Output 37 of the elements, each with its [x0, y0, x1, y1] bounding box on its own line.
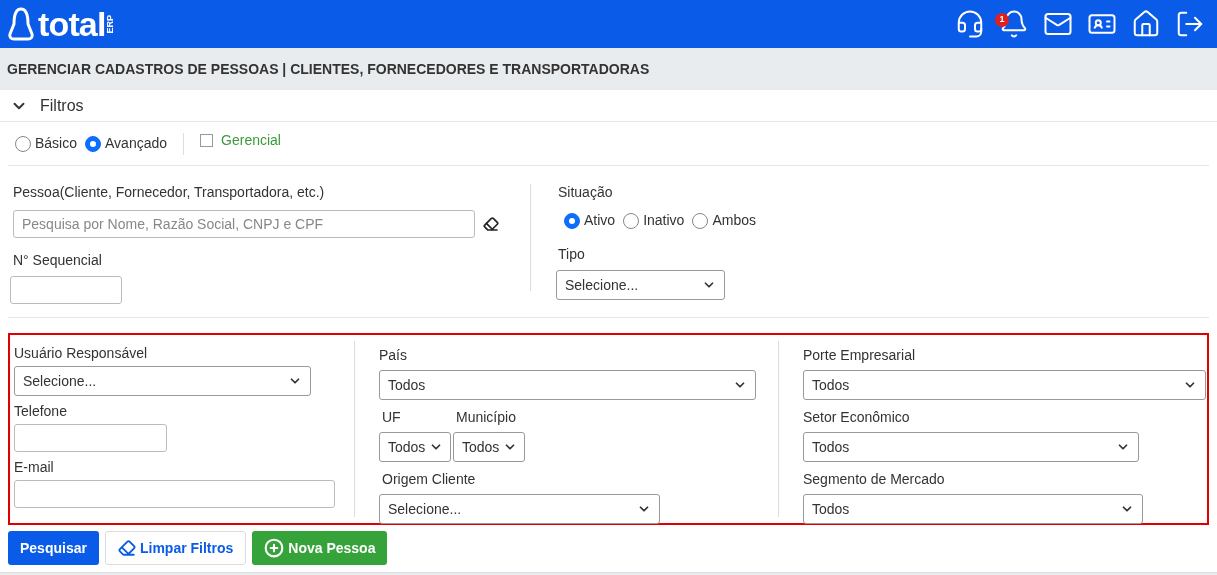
dropdown[interactable]: Todos [453, 432, 525, 462]
notification-badge: 1 [995, 13, 1009, 27]
field-label: Porte Empresarial [803, 347, 917, 363]
field-label: Origem Cliente [382, 471, 477, 487]
input-field[interactable]: Pesquisa por Nome, Razão Social, CNPJ e CPF [13, 210, 475, 238]
field-label: Setor Econômico [803, 409, 911, 425]
field-label: Telefone [14, 403, 68, 419]
checkbox-label: Gerencial [221, 131, 281, 150]
dropdown[interactable]: Todos [803, 370, 1206, 400]
radio-label: Básico [35, 134, 78, 153]
clear-filters-button[interactable]: Limpar Filtros [104, 531, 247, 565]
radio-label: Ativo [584, 211, 616, 230]
radio-label: Avançado [105, 134, 168, 153]
logo-tag: ERP [105, 14, 115, 34]
radio-label: Ambos [712, 211, 756, 230]
radio-label: Inativo [643, 211, 685, 230]
field-label: Pessoa(Cliente, Fornecedor, Transportadora, etc.) [13, 184, 326, 200]
field-label: UF [382, 409, 402, 425]
field-label: Segmento de Mercado [803, 471, 946, 487]
dropdown[interactable]: Todos [379, 432, 451, 462]
logo-text: total [38, 7, 106, 41]
dropdown[interactable]: Selecione... [556, 270, 725, 300]
dropdown[interactable]: Todos [379, 370, 756, 400]
dropdown[interactable]: Selecione... [14, 366, 311, 396]
field-label: Usuário Responsável [14, 345, 149, 361]
dropdown[interactable]: Todos [803, 494, 1143, 524]
field-label: Município [456, 409, 517, 425]
page-title: GERENCIAR CADASTROS DE PESSOAS | CLIENTES, FORNECEDORES E TRANSPORTADORAS [7, 59, 650, 79]
field-label: Situação [558, 184, 614, 200]
field-label: Tipo [558, 246, 586, 262]
field-label: N° Sequencial [13, 252, 103, 268]
field-label: E-mail [14, 459, 55, 475]
search-button[interactable]: Pesquisar [8, 531, 99, 565]
dropdown[interactable]: Todos [803, 432, 1139, 462]
dropdown[interactable]: Selecione... [379, 494, 660, 524]
field-label: País [379, 347, 408, 363]
filters-toggle[interactable]: Filtros [0, 90, 1217, 122]
